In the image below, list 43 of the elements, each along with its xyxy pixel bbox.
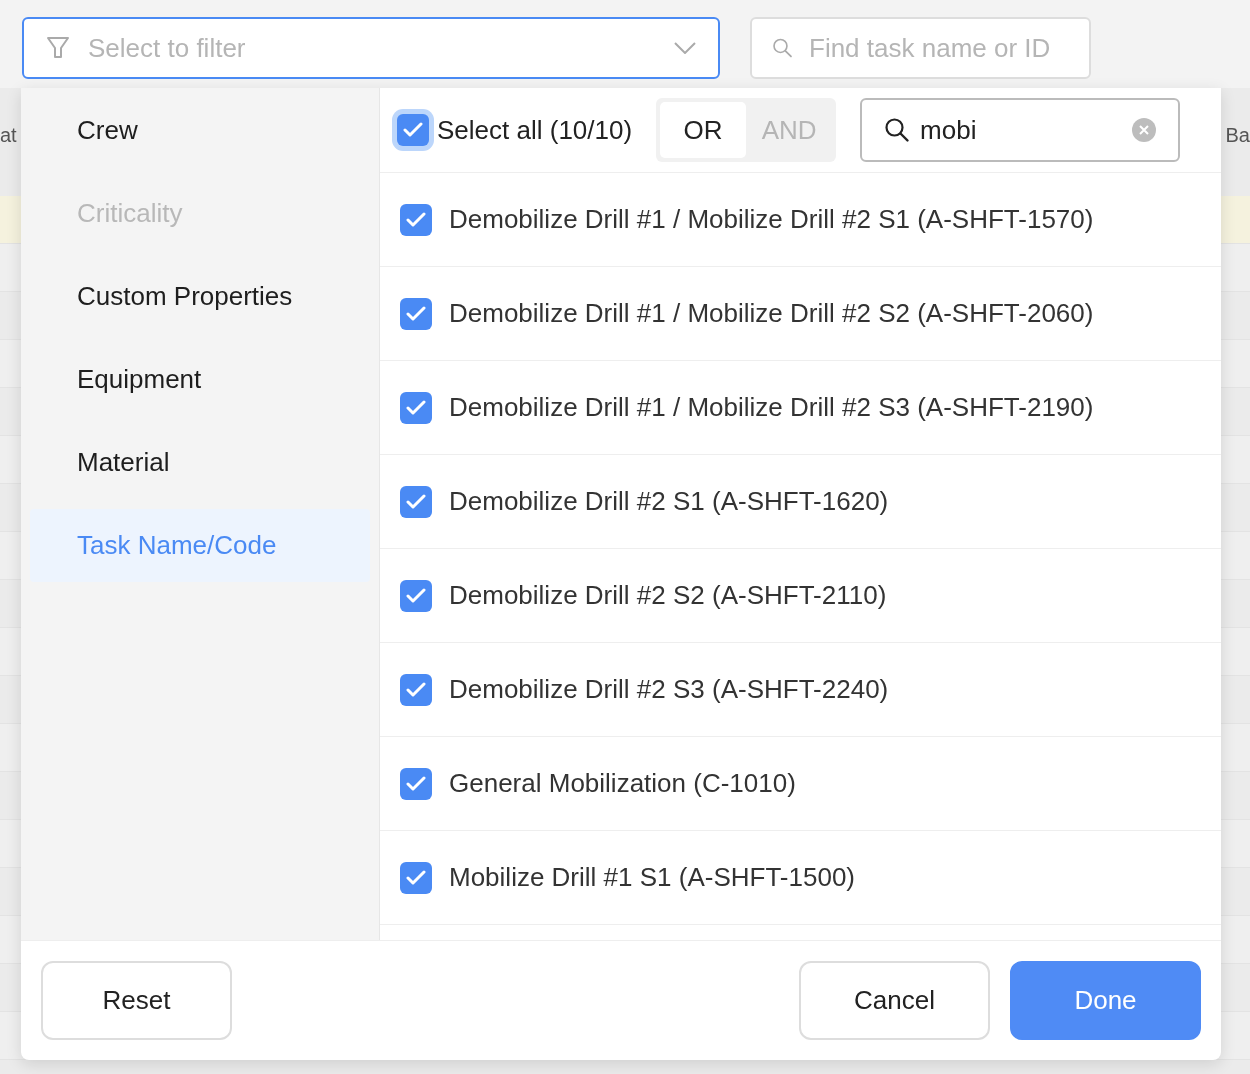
check-icon xyxy=(406,305,426,322)
filter-placeholder: Select to filter xyxy=(88,32,247,64)
value-search-field[interactable]: mobi xyxy=(860,98,1181,162)
filter-icon xyxy=(46,35,70,61)
option-label[interactable]: Demobilize Drill #2 S3 (A-SHFT-2240) xyxy=(449,674,889,705)
check-icon xyxy=(406,869,426,886)
check-icon xyxy=(406,775,426,792)
option-label[interactable]: Mobilize Drill #1 S1 (A-SHFT-1500) xyxy=(449,862,855,893)
checkbox[interactable] xyxy=(400,297,432,330)
option-label[interactable]: Demobilize Drill #1 / Mobilize Drill #2 S2 (A-SHFT-2060) xyxy=(449,298,1094,329)
clear-icon[interactable] xyxy=(1132,118,1157,142)
category-item[interactable]: Crew xyxy=(30,94,370,167)
check-icon xyxy=(406,587,426,604)
category-item[interactable]: Equipment xyxy=(30,343,370,416)
logic-option[interactable]: OR xyxy=(660,102,747,158)
check-icon xyxy=(406,211,426,228)
option-label[interactable]: Demobilize Drill #1 / Mobilize Drill #2 S1 (A-SHFT-1570) xyxy=(449,204,1094,235)
column-header: Ba xyxy=(1225,123,1250,147)
checkbox[interactable] xyxy=(400,203,432,236)
check-icon xyxy=(406,493,426,510)
category-item[interactable]: Material xyxy=(30,426,370,499)
category-item[interactable]: Custom Properties xyxy=(30,260,370,333)
checkbox[interactable] xyxy=(400,767,432,800)
checkbox[interactable] xyxy=(400,673,432,706)
option-label[interactable]: Demobilize Drill #1 / Mobilize Drill #2 S3 (A-SHFT-2190) xyxy=(449,392,1094,423)
checkbox[interactable] xyxy=(400,391,432,424)
reset-button[interactable]: Reset xyxy=(41,961,232,1040)
checkbox[interactable] xyxy=(400,861,432,894)
search-icon xyxy=(884,117,911,143)
option-label[interactable]: General Mobilization (C-1010) xyxy=(449,768,796,799)
search-field[interactable]: Find task name or ID xyxy=(750,17,1091,79)
option-label[interactable]: Demobilize Drill #2 S2 (A-SHFT-2110) xyxy=(449,580,887,611)
check-icon xyxy=(406,681,426,698)
option-label[interactable]: Demobilize Drill #2 S1 (A-SHFT-1620) xyxy=(449,486,889,517)
check-icon xyxy=(403,122,423,138)
checkbox[interactable] xyxy=(400,485,432,518)
select-all-label[interactable]: Select all (10/10) xyxy=(437,114,633,146)
column-header: at xyxy=(0,123,17,147)
cancel-button[interactable]: Cancel xyxy=(799,961,990,1040)
search-input[interactable]: Find task name or ID xyxy=(809,32,1069,64)
check-icon xyxy=(406,399,426,416)
caret-icon xyxy=(674,42,696,54)
checkbox[interactable] xyxy=(400,579,432,612)
